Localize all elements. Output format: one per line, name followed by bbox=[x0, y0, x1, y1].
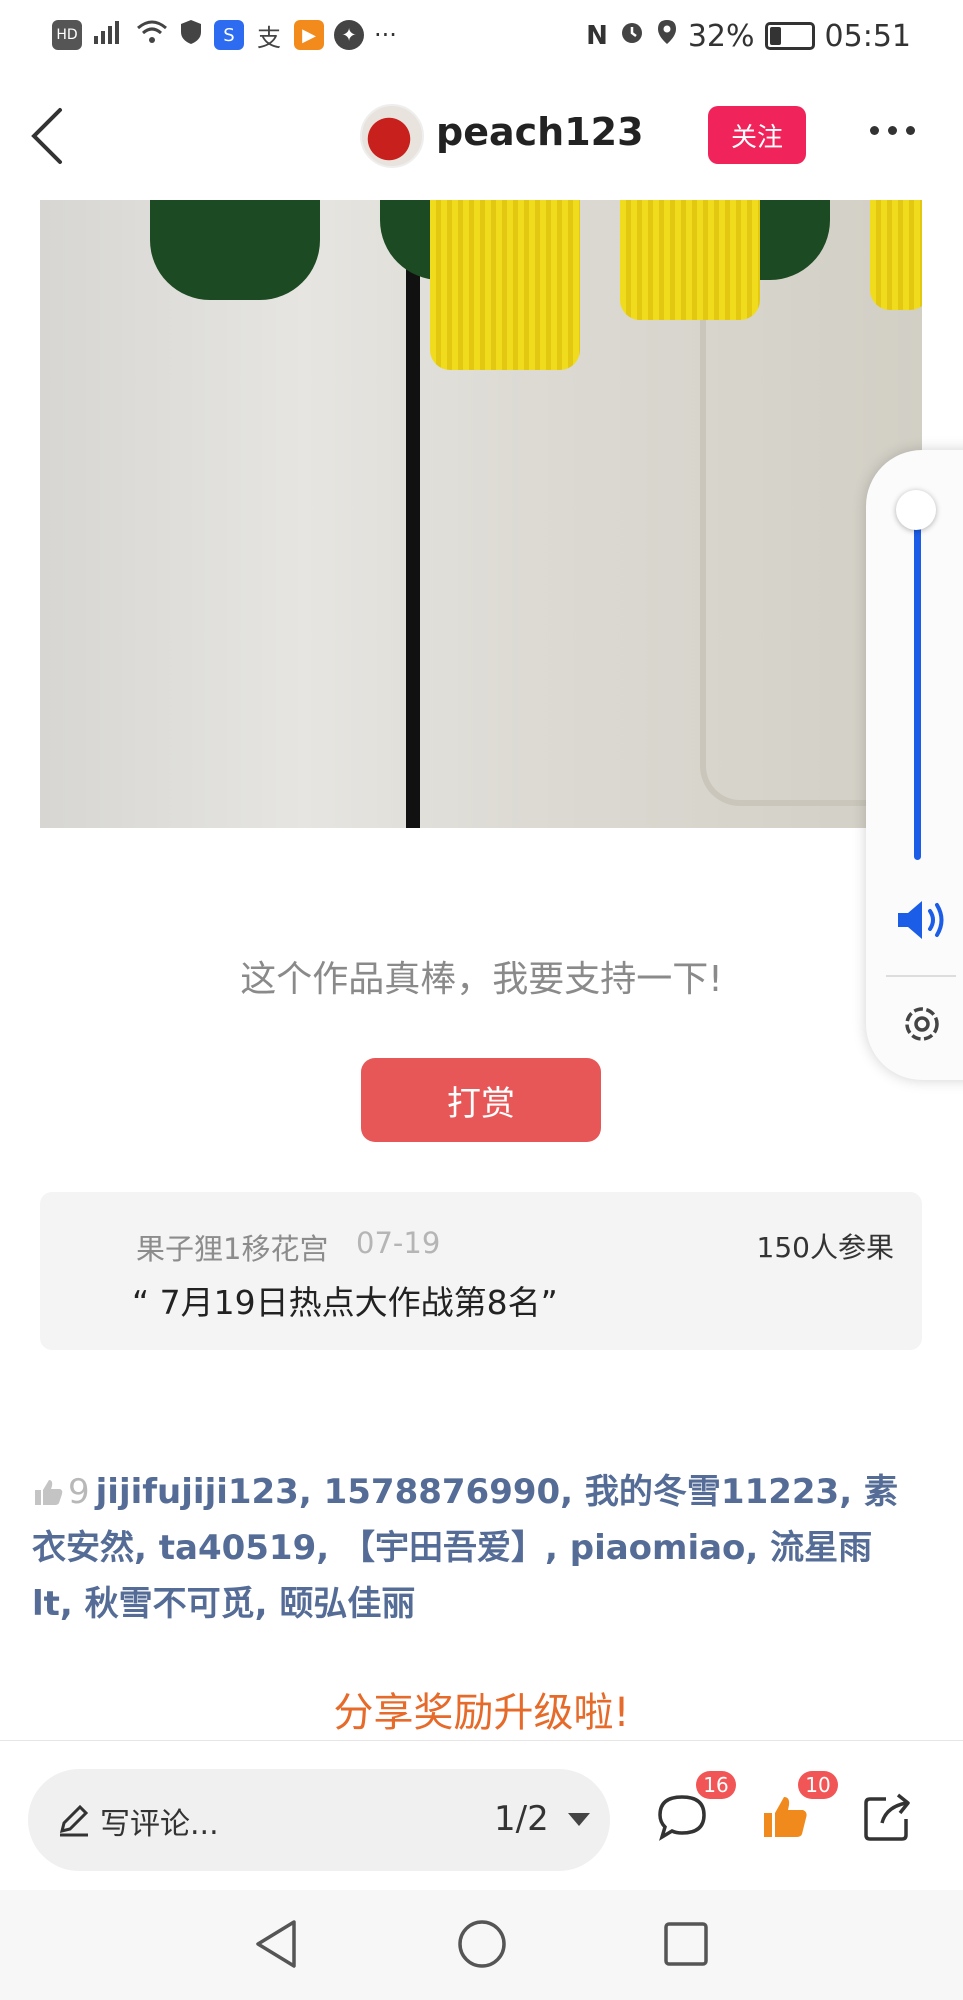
likes-list: 9 jijifujiji123, 1578876990, 我的冬雪11223, 素… bbox=[32, 1464, 912, 1632]
battery-percent: 32% bbox=[687, 18, 755, 54]
share-icon[interactable] bbox=[860, 1789, 916, 1845]
system-nav-bar bbox=[0, 1890, 963, 2000]
like-count-badge: 10 bbox=[798, 1771, 838, 1799]
comment-icon[interactable] bbox=[654, 1789, 710, 1845]
tip-button[interactable]: 打赏 bbox=[361, 1058, 601, 1142]
more-status-icon: ··· bbox=[374, 21, 397, 49]
avatar[interactable] bbox=[360, 104, 424, 168]
event-title: “ 7月19日热点大作战第8名” bbox=[132, 1283, 558, 1322]
nav-back-icon[interactable] bbox=[250, 1916, 304, 1972]
app-icon-blue: S bbox=[214, 20, 244, 50]
event-card[interactable]: 果子狸1移花宫 07-19 150人参果 “ 7月19日热点大作战第8名” bbox=[40, 1192, 922, 1350]
like-count: 9 bbox=[68, 1472, 90, 1512]
battery-icon bbox=[764, 22, 815, 50]
yarn-fringe bbox=[430, 200, 580, 370]
back-button[interactable] bbox=[20, 96, 90, 176]
caret-down-icon[interactable] bbox=[568, 1813, 590, 1826]
nav-home-icon[interactable] bbox=[454, 1916, 510, 1972]
alarm-icon bbox=[618, 18, 646, 54]
event-date: 07-19 bbox=[356, 1226, 441, 1260]
event-participants: 150人参果 bbox=[756, 1231, 894, 1264]
door-gap bbox=[406, 200, 420, 828]
username[interactable]: peach123 bbox=[436, 110, 644, 154]
yarn-fringe bbox=[620, 200, 760, 320]
yarn-fringe bbox=[870, 200, 922, 310]
safari-icon: ✦ bbox=[334, 20, 364, 50]
status-bar: HD S 支 ▶ ✦ ··· N 32% 05:51 bbox=[0, 0, 963, 72]
battery-fill bbox=[769, 27, 781, 45]
liker-names[interactable]: jijifujiji123, 1578876990, 我的冬雪11223, 素衣… bbox=[32, 1472, 898, 1624]
gear-icon[interactable] bbox=[896, 998, 948, 1050]
status-right: N 32% 05:51 bbox=[586, 18, 911, 54]
volume-slider-knob[interactable] bbox=[896, 490, 936, 530]
bottom-bar: 写评论... 1/2 16 10 bbox=[0, 1740, 963, 1891]
clock: 05:51 bbox=[824, 18, 911, 54]
comment-placeholder: 写评论... bbox=[100, 1807, 219, 1842]
nfc-icon: N bbox=[586, 21, 608, 51]
post-photo[interactable] bbox=[40, 200, 922, 828]
comment-input[interactable]: 写评论... 1/2 bbox=[28, 1769, 610, 1871]
signal-4g-icon bbox=[92, 18, 126, 52]
nav-recents-icon[interactable] bbox=[658, 1916, 714, 1972]
shield-icon bbox=[178, 18, 204, 52]
share-promo-link[interactable]: 分享奖励升级啦! bbox=[0, 1680, 963, 1738]
video-app-icon: ▶ bbox=[294, 20, 324, 50]
comment-count-badge: 16 bbox=[696, 1771, 736, 1799]
alipay-icon: 支 bbox=[254, 20, 284, 52]
volume-slider-track[interactable] bbox=[914, 520, 921, 860]
pencil-icon bbox=[59, 1804, 89, 1837]
speaker-icon[interactable] bbox=[892, 895, 952, 945]
location-icon bbox=[656, 18, 678, 54]
thumbs-up-icon bbox=[35, 1480, 63, 1505]
follow-button[interactable]: 关注 bbox=[708, 106, 806, 164]
event-user: 果子狸1移花宫 bbox=[136, 1232, 329, 1266]
chevron-left-icon bbox=[31, 108, 62, 164]
hd-icon: HD bbox=[52, 20, 82, 50]
top-nav: peach123 关注 bbox=[0, 72, 963, 200]
wifi-icon bbox=[136, 18, 168, 52]
page-indicator[interactable]: 1/2 bbox=[494, 1799, 549, 1839]
status-left: HD S 支 ▶ ✦ ··· bbox=[52, 18, 397, 52]
more-options-icon[interactable] bbox=[870, 126, 915, 135]
crochet-piece bbox=[150, 200, 320, 300]
tip-prompt: 这个作品真棒，我要支持一下! bbox=[240, 959, 723, 1000]
